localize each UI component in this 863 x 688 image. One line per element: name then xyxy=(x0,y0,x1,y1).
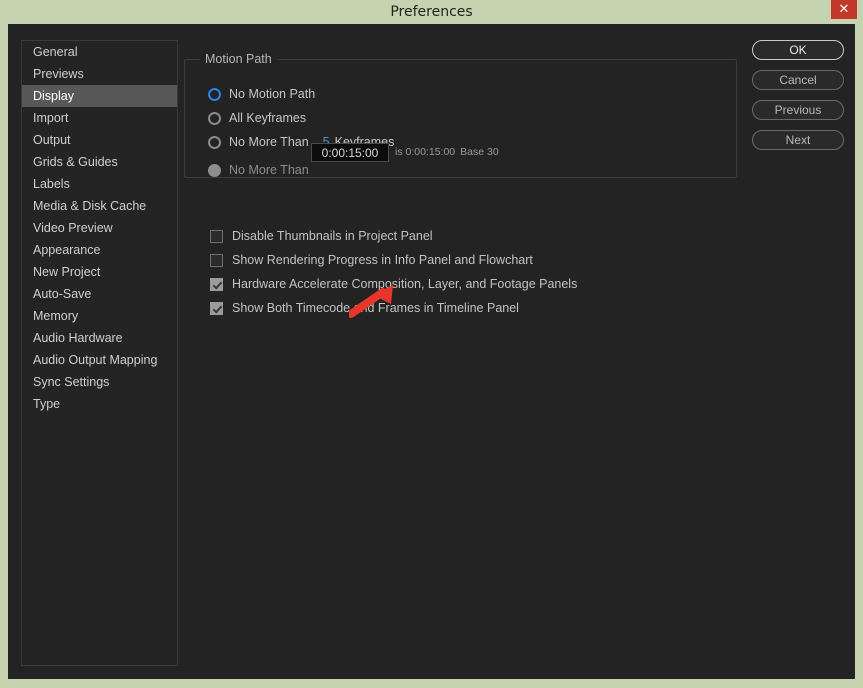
next-button[interactable]: Next xyxy=(752,130,844,150)
sidebar-item-video-preview[interactable]: Video Preview xyxy=(22,217,177,239)
checkbox-disable-thumbnails-in[interactable] xyxy=(210,229,223,243)
checkbox-show-both-timecode[interactable] xyxy=(210,301,223,315)
timecode-info-text: is 0:00:15:00 Base 30 xyxy=(395,146,499,158)
cancel-button[interactable]: Cancel xyxy=(752,70,844,90)
title-bar: Preferences ✕ xyxy=(0,0,863,24)
sidebar-item-sync-settings[interactable]: Sync Settings xyxy=(22,371,177,393)
checkbox-label-hardware-accelerate-composition: Hardware Accelerate Composition, Layer, … xyxy=(232,277,578,291)
radio-row-no-more-than-timecode[interactable]: No More Than xyxy=(208,161,309,179)
sidebar-item-auto-save[interactable]: Auto-Save xyxy=(22,283,177,305)
radio-row-all-keyframes[interactable]: All Keyframes xyxy=(208,109,306,127)
window-title: Preferences xyxy=(390,4,473,20)
dialog-buttons: OK Cancel Previous Next xyxy=(752,40,844,160)
sidebar-item-audio-hardware[interactable]: Audio Hardware xyxy=(22,327,177,349)
sidebar-item-type[interactable]: Type xyxy=(22,393,177,415)
sidebar-item-output[interactable]: Output xyxy=(22,129,177,151)
timecode-info-is: is 0:00:15:00 xyxy=(395,146,456,158)
sidebar-item-import[interactable]: Import xyxy=(22,107,177,129)
radio-no-more-than-timecode[interactable] xyxy=(208,163,221,177)
sidebar-item-general[interactable]: General xyxy=(22,41,177,63)
sidebar-item-new-project[interactable]: New Project xyxy=(22,261,177,283)
radio-all-keyframes[interactable] xyxy=(208,111,221,125)
checkbox-label-disable-thumbnails-in: Disable Thumbnails in Project Panel xyxy=(232,229,433,243)
category-sidebar[interactable]: General Previews Display Import Output Grids … xyxy=(21,40,178,666)
timecode-info-base: Base 30 xyxy=(460,146,499,158)
ok-button[interactable]: OK xyxy=(752,40,844,60)
display-options-list: Disable Thumbnails in Project Panel Show … xyxy=(210,224,577,320)
radio-no-more-than-keyframes[interactable] xyxy=(208,135,221,149)
radio-no-motion-path[interactable] xyxy=(208,87,221,101)
timecode-input[interactable] xyxy=(311,143,389,162)
sidebar-item-memory[interactable]: Memory xyxy=(22,305,177,327)
checkbox-row-show-both-timecode[interactable]: Show Both Timecode and Frames in Timelin… xyxy=(210,296,577,320)
checkbox-hardware-accelerate-composition[interactable] xyxy=(210,277,223,291)
sidebar-item-media-disk-cache[interactable]: Media & Disk Cache xyxy=(22,195,177,217)
checkbox-show-rendering-progress[interactable] xyxy=(210,253,223,267)
display-settings-panel: Motion Path No Motion Path All Keyframes… xyxy=(184,40,739,664)
sidebar-item-appearance[interactable]: Appearance xyxy=(22,239,177,261)
sidebar-item-labels[interactable]: Labels xyxy=(22,173,177,195)
sidebar-item-grids-guides[interactable]: Grids & Guides xyxy=(22,151,177,173)
radio-row-no-motion-path[interactable]: No Motion Path xyxy=(208,85,315,103)
checkbox-label-show-both-timecode: Show Both Timecode and Frames in Timelin… xyxy=(232,301,519,315)
checkbox-label-show-rendering-progress: Show Rendering Progress in Info Panel an… xyxy=(232,253,533,267)
previous-button[interactable]: Previous xyxy=(752,100,844,120)
sidebar-item-audio-output-mapping[interactable]: Audio Output Mapping xyxy=(22,349,177,371)
checkbox-row-show-rendering-progress[interactable]: Show Rendering Progress in Info Panel an… xyxy=(210,248,577,272)
checkbox-row-hardware-accelerate-composition[interactable]: Hardware Accelerate Composition, Layer, … xyxy=(210,272,577,296)
preferences-dialog: General Previews Display Import Output Grids … xyxy=(8,24,855,679)
close-icon[interactable]: ✕ xyxy=(831,0,857,19)
radio-label-no-more-than-keyframes: No More Than xyxy=(229,135,309,149)
sidebar-item-display[interactable]: Display xyxy=(22,85,177,107)
radio-label-all-keyframes: All Keyframes xyxy=(229,111,307,125)
sidebar-item-previews[interactable]: Previews xyxy=(22,63,177,85)
checkbox-row-disable-thumbnails-in[interactable]: Disable Thumbnails in Project Panel xyxy=(210,224,577,248)
radio-label-no-motion-path: No Motion Path xyxy=(229,87,316,101)
radio-label-no-more-than-timecode: No More Than xyxy=(229,163,309,177)
motion-path-legend: Motion Path xyxy=(200,52,277,66)
